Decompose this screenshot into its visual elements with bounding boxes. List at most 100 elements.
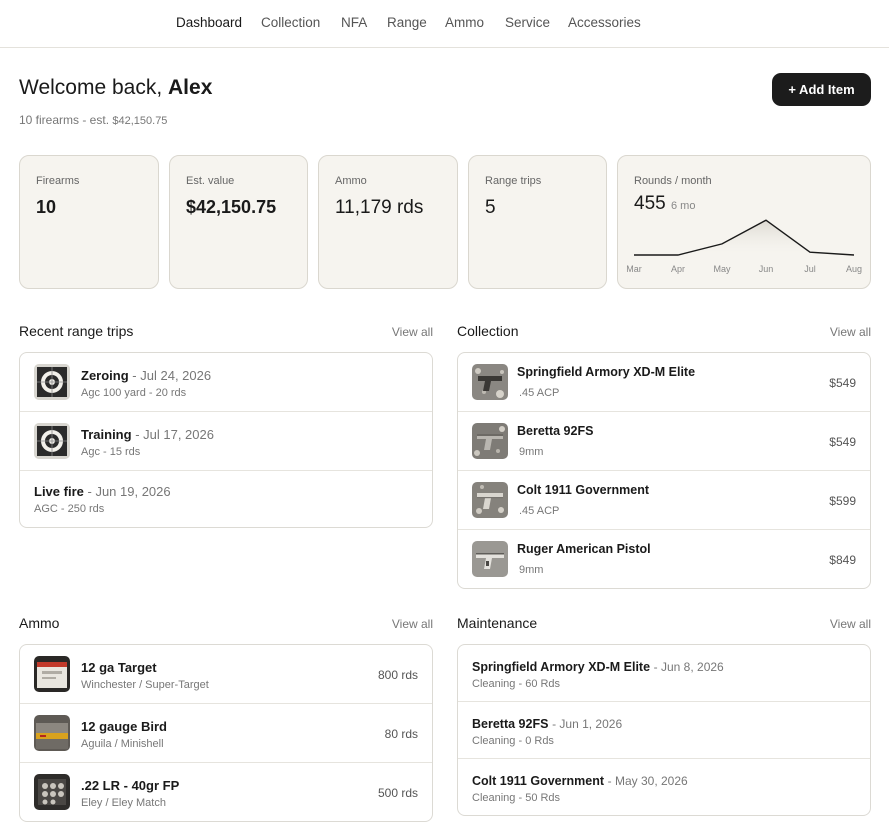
target-icon [34, 423, 70, 459]
firearms-count-text: 10 firearms - est. [19, 113, 110, 127]
x-tick-label: May [713, 264, 731, 274]
trip-name: Live fire [34, 484, 84, 499]
maintenance-sub: Cleaning - 0 Rds [472, 735, 554, 747]
nav-dashboard[interactable]: Dashboard [176, 15, 242, 30]
collection-panel: Springfield Armory XD-M Elite .45 ACP $5… [457, 352, 871, 589]
firearm-name: Beretta 92FS [517, 424, 594, 438]
maintenance-firearm: Beretta 92FS [472, 717, 549, 731]
trip-date: Jul 17, 2026 [143, 427, 214, 442]
stat-label: Ammo [335, 175, 367, 187]
nav-service[interactable]: Service [505, 15, 550, 30]
nav-range[interactable]: Range [387, 15, 427, 30]
list-item[interactable]: Training - Jul 17, 2026 Agc - 15 rds [20, 412, 432, 471]
trip-date: Jun 19, 2026 [95, 484, 171, 499]
page-title: Welcome back, Alex [19, 76, 212, 100]
x-tick-label: Mar [626, 264, 642, 274]
trip-date: Jul 24, 2026 [140, 368, 212, 383]
stat-card-est-value: Est. value $42,150.75 [169, 155, 308, 289]
trip-sub: AGC - 250 rds [34, 503, 105, 515]
stat-value: $42,150.75 [186, 197, 277, 217]
maintenance-title-line: Colt 1911 Government - May 30, 2026 [472, 774, 688, 788]
firearm-price: $599 [829, 494, 856, 508]
range-trips-panel: Zeroing - Jul 24, 2026 Agc 100 yard - 20… [19, 352, 433, 528]
list-item[interactable]: 12 gauge Bird Aguila / Minishell 80 rds [20, 704, 432, 763]
maintenance-view-all-link[interactable]: View all [811, 617, 871, 631]
sparkline-area [634, 220, 854, 255]
list-item[interactable]: Beretta 92FS - Jun 1, 2026 Cleaning - 0 … [458, 702, 870, 759]
maintenance-firearm: Springfield Armory XD-M Elite [472, 660, 651, 674]
ammo-name: 12 ga Target [81, 660, 157, 675]
trip-sub: Agc - 15 rds [81, 446, 141, 458]
add-item-button[interactable]: + Add Item [772, 73, 871, 106]
list-item[interactable]: Beretta 92FS 9mm $549 [458, 412, 870, 471]
ammo-qty: 500 rds [377, 786, 418, 800]
nav-accessories[interactable]: Accessories [568, 15, 641, 30]
nav-ammo[interactable]: Ammo [445, 15, 484, 30]
summary-line: 10 firearms - est. $42,150.75 [19, 113, 167, 127]
maintenance-title-line: Springfield Armory XD-M Elite - Jun 8, 2… [472, 660, 724, 674]
range-trips-view-all-link[interactable]: View all [373, 325, 433, 339]
stat-value: 10 [36, 197, 57, 217]
maintenance-date: May 30, 2026 [614, 774, 688, 788]
ammo-sub: Winchester / Super-Target [81, 679, 209, 691]
target-icon [34, 364, 70, 400]
welcome-prefix: Welcome back, [19, 76, 163, 99]
trip-name: Training [81, 427, 132, 442]
pistol-icon [472, 364, 508, 400]
ammo-qty: 800 rds [377, 668, 418, 682]
maintenance-date: Jun 1, 2026 [559, 717, 623, 731]
nav-collection[interactable]: Collection [261, 15, 320, 30]
list-item[interactable]: Colt 1911 Government - May 30, 2026 Clea… [458, 759, 870, 815]
stat-value: 11,179 rds [335, 197, 424, 218]
ammo-panel: 12 ga Target Winchester / Super-Target 8… [19, 644, 433, 822]
ammo-sub: Aguila / Minishell [81, 738, 164, 750]
trip-title: Training - Jul 17, 2026 [81, 427, 214, 442]
maintenance-date: Jun 8, 2026 [661, 660, 724, 674]
collection-title: Collection [457, 323, 519, 339]
ammo-sub: Eley / Eley Match [81, 797, 166, 809]
pistol-icon [472, 541, 508, 577]
firearm-name: Colt 1911 Government [517, 483, 649, 497]
firearm-caliber: 9mm [519, 446, 544, 458]
maintenance-title: Maintenance [457, 615, 538, 631]
list-item[interactable]: .22 LR - 40gr FP Eley / Eley Match 500 r… [20, 763, 432, 821]
firearm-name: Springfield Armory XD-M Elite [517, 365, 696, 379]
ammo-box-icon [34, 715, 70, 751]
list-item[interactable]: Springfield Armory XD-M Elite - Jun 8, 2… [458, 645, 870, 702]
ammo-name: .22 LR - 40gr FP [81, 778, 180, 793]
ammo-qty: 80 rds [384, 727, 418, 741]
stat-label: Range trips [485, 175, 542, 187]
list-item[interactable]: Ruger American Pistol 9mm $849 [458, 530, 870, 588]
x-tick-label: Jun [759, 264, 774, 274]
list-item[interactable]: Zeroing - Jul 24, 2026 Agc 100 yard - 20… [20, 353, 432, 412]
top-nav: Dashboard Collection NFA Range Ammo Serv… [0, 0, 889, 48]
collection-view-all-link[interactable]: View all [811, 325, 871, 339]
list-item[interactable]: Live fire - Jun 19, 2026 AGC - 250 rds [20, 471, 432, 527]
est-value-text: $42,150.75 [112, 115, 168, 127]
firearm-price: $849 [829, 553, 856, 567]
nav-nfa[interactable]: NFA [341, 15, 367, 30]
firearm-price: $549 [829, 435, 856, 449]
trip-title: Zeroing - Jul 24, 2026 [81, 368, 212, 383]
ammo-box-icon [34, 656, 70, 692]
trip-name: Zeroing [81, 368, 129, 383]
stat-card-firearms: Firearms 10 [19, 155, 159, 289]
firearm-caliber: 9mm [519, 564, 544, 576]
ammo-box-icon [34, 774, 70, 810]
pistol-icon [472, 423, 508, 459]
list-item[interactable]: Colt 1911 Government .45 ACP $599 [458, 471, 870, 530]
trip-title: Live fire - Jun 19, 2026 [34, 484, 171, 499]
maintenance-sub: Cleaning - 50 Rds [472, 792, 561, 804]
stat-card-range-trips: Range trips 5 [468, 155, 607, 289]
maintenance-sub: Cleaning - 60 Rds [472, 678, 561, 690]
stat-label: Est. value [186, 175, 235, 187]
stat-card-rounds-month: Rounds / month 455 6 mo Mar Apr May Jun Jul A… [617, 155, 871, 289]
ammo-title: Ammo [19, 615, 60, 631]
firearm-caliber: .45 ACP [519, 387, 560, 399]
list-item[interactable]: Springfield Armory XD-M Elite .45 ACP $5… [458, 353, 870, 412]
x-tick-label: Jul [804, 264, 816, 274]
list-item[interactable]: 12 ga Target Winchester / Super-Target 8… [20, 645, 432, 704]
firearm-price: $549 [829, 376, 856, 390]
trip-sub: Agc 100 yard - 20 rds [81, 387, 187, 399]
ammo-view-all-link[interactable]: View all [373, 617, 433, 631]
